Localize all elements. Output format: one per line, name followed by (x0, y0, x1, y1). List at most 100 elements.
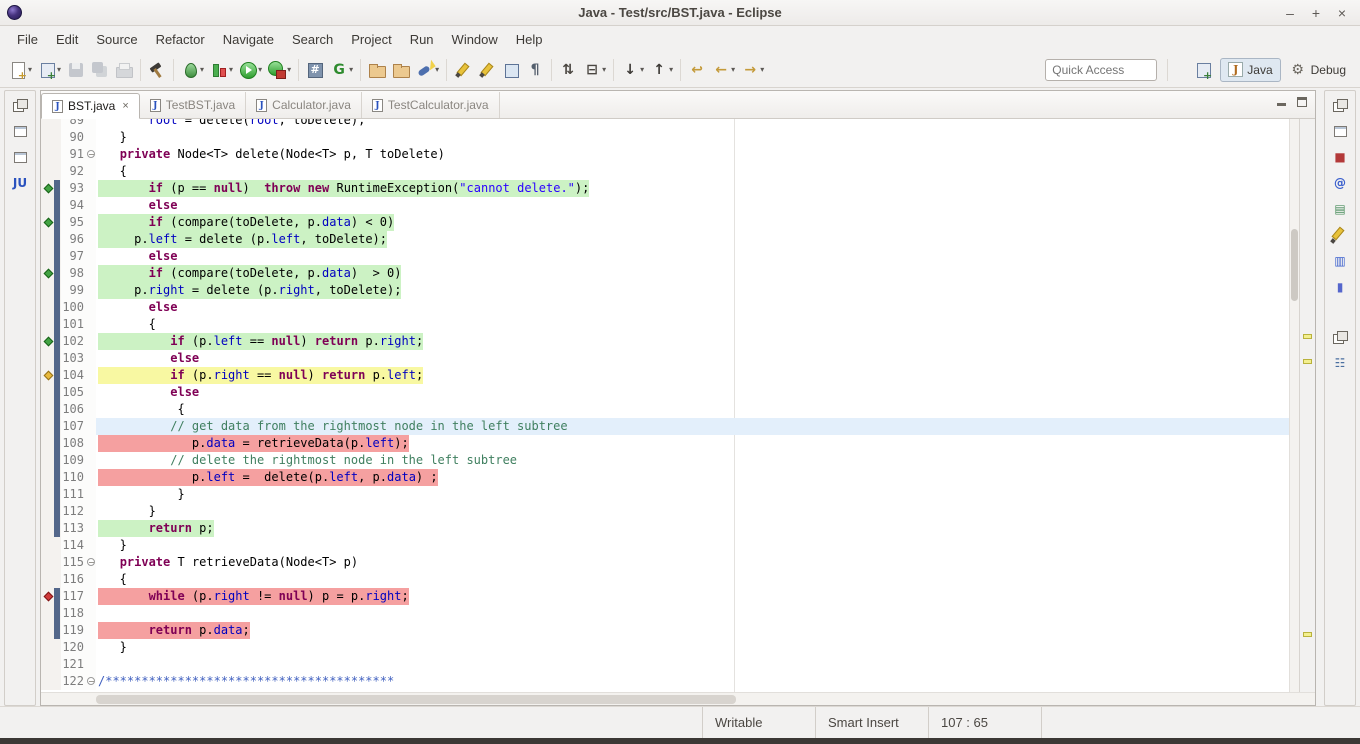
menu-refactor[interactable]: Refactor (147, 29, 214, 50)
code-line-121[interactable]: 121 (41, 656, 1289, 673)
code-line-101[interactable]: 101 { (41, 316, 1289, 333)
code-line-112[interactable]: 112 } (41, 503, 1289, 520)
annotation-ruler[interactable] (41, 656, 61, 673)
outline-view-icon[interactable] (1329, 353, 1351, 373)
javadoc-view-icon[interactable] (1329, 173, 1351, 193)
letter-g-wizard-button[interactable]: ▾ (328, 57, 355, 83)
annotation-ruler[interactable] (41, 180, 61, 197)
code-line-99[interactable]: 99 p.right = delete (p.right, toDelete); (41, 282, 1289, 299)
dropdown-arrow-icon[interactable]: ▾ (640, 65, 644, 74)
fold-ruler[interactable] (87, 367, 96, 384)
new-java-project-button[interactable] (304, 57, 326, 83)
code-line-119[interactable]: 119 return p.data; (41, 622, 1289, 639)
code-line-93[interactable]: 93 if (p == null) throw new RuntimeExcep… (41, 180, 1289, 197)
annotation-ruler[interactable] (41, 554, 61, 571)
code-text[interactable] (96, 605, 1289, 622)
fold-ruler[interactable] (87, 197, 96, 214)
fold-ruler[interactable] (87, 605, 96, 622)
code-line-122[interactable]: 122−/***********************************… (41, 673, 1289, 690)
code-line-95[interactable]: 95 if (compare(toDelete, p.data) < 0) (41, 214, 1289, 231)
collapse-icon[interactable]: − (87, 558, 95, 566)
fold-ruler[interactable] (87, 180, 96, 197)
console-view-icon[interactable] (1329, 251, 1351, 271)
code-text[interactable]: if (p == null) throw new RuntimeExceptio… (96, 180, 1289, 197)
tab-calculator-java[interactable]: Calculator.java (246, 92, 362, 118)
print-button[interactable] (113, 57, 135, 83)
dropdown-arrow-icon[interactable]: ▾ (287, 65, 291, 74)
quick-access-input[interactable] (1045, 59, 1157, 81)
junit-view-icon[interactable] (9, 173, 31, 193)
code-line-109[interactable]: 109 // delete the rightmost node in the … (41, 452, 1289, 469)
last-edit-location-button[interactable] (686, 57, 708, 83)
save-button[interactable] (65, 57, 87, 83)
code-line-107[interactable]: 107 // get data from the rightmost node … (41, 418, 1289, 435)
annotation-ruler[interactable] (41, 384, 61, 401)
code-line-98[interactable]: 98 if (compare(toDelete, p.data) > 0) (41, 265, 1289, 282)
menu-project[interactable]: Project (342, 29, 400, 50)
code-text[interactable]: { (96, 163, 1289, 180)
dropdown-arrow-icon[interactable]: ▾ (669, 65, 673, 74)
dropdown-arrow-icon[interactable]: ▾ (349, 65, 353, 74)
code-text[interactable]: private T retrieveData(Node<T> p) (96, 554, 1289, 571)
fold-ruler[interactable]: − (87, 554, 96, 571)
annotation-ruler[interactable] (41, 622, 61, 639)
annotation-ruler[interactable] (41, 469, 61, 486)
code-line-91[interactable]: 91− private Node<T> delete(Node<T> p, T … (41, 146, 1289, 163)
fold-ruler[interactable] (87, 503, 96, 520)
fold-ruler[interactable] (87, 520, 96, 537)
code-text[interactable]: return p; (96, 520, 1289, 537)
fold-ruler[interactable] (87, 469, 96, 486)
forward-button[interactable]: ▾ (739, 57, 766, 83)
fold-ruler[interactable] (87, 486, 96, 503)
code-text[interactable]: // delete the rightmost node in the left… (96, 452, 1289, 469)
code-text[interactable]: /***************************************… (96, 673, 1289, 690)
code-line-120[interactable]: 120 } (41, 639, 1289, 656)
fold-ruler[interactable] (87, 418, 96, 435)
fold-ruler[interactable] (87, 537, 96, 554)
code-text[interactable]: if (p.left == null) return p.right; (96, 333, 1289, 350)
overview-annotation-mark[interactable] (1303, 359, 1312, 364)
restore-panel-icon-2[interactable] (1329, 327, 1351, 347)
sort-button[interactable] (557, 57, 579, 83)
annotation-ruler[interactable] (41, 299, 61, 316)
fold-ruler[interactable] (87, 401, 96, 418)
code-text[interactable]: root = delete(root, toDelete); (96, 119, 1289, 129)
restore-panel-icon[interactable] (9, 95, 31, 115)
save-all-button[interactable] (89, 57, 111, 83)
code-line-96[interactable]: 96 p.left = delete (p.left, toDelete); (41, 231, 1289, 248)
code-text[interactable] (96, 656, 1289, 673)
code-line-90[interactable]: 90 } (41, 129, 1289, 146)
code-text[interactable]: else (96, 299, 1289, 316)
code-text[interactable]: if (compare(toDelete, p.data) < 0) (96, 214, 1289, 231)
code-line-113[interactable]: 113 return p; (41, 520, 1289, 537)
annotation-ruler[interactable] (41, 248, 61, 265)
fold-ruler[interactable] (87, 299, 96, 316)
package-explorer-icon[interactable] (9, 147, 31, 167)
annotation-ruler[interactable] (41, 435, 61, 452)
code-line-104[interactable]: 104 if (p.right == null) return p.left; (41, 367, 1289, 384)
annotation-ruler[interactable] (41, 129, 61, 146)
code-text[interactable]: { (96, 316, 1289, 333)
menu-run[interactable]: Run (401, 29, 443, 50)
search-view-icon[interactable] (1329, 225, 1351, 245)
fold-ruler[interactable] (87, 571, 96, 588)
annotation-ruler[interactable] (41, 571, 61, 588)
fold-ruler[interactable] (87, 435, 96, 452)
restore-panel-icon[interactable] (1329, 95, 1351, 115)
overview-ruler[interactable] (1299, 119, 1315, 692)
code-line-106[interactable]: 106 { (41, 401, 1289, 418)
dropdown-arrow-icon[interactable]: ▾ (760, 65, 764, 74)
annotation-ruler[interactable] (41, 197, 61, 214)
fold-ruler[interactable] (87, 282, 96, 299)
annotation-ruler[interactable] (41, 605, 61, 622)
dropdown-arrow-icon[interactable]: ▾ (435, 65, 439, 74)
dropdown-arrow-icon[interactable]: ▾ (258, 65, 262, 74)
collapse-icon[interactable]: − (87, 677, 95, 685)
annotation-ruler[interactable] (41, 520, 61, 537)
fold-ruler[interactable]: − (87, 146, 96, 163)
new-wizard-button[interactable]: ▾ (7, 57, 34, 83)
code-text[interactable]: else (96, 248, 1289, 265)
code-line-89[interactable]: 89 root = delete(root, toDelete); (41, 119, 1289, 129)
next-annotation-button[interactable]: ▾ (619, 57, 646, 83)
open-type-button[interactable] (366, 57, 388, 83)
